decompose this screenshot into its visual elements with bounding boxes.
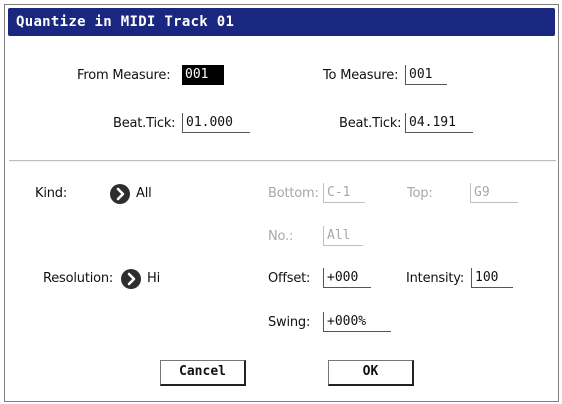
cancel-button[interactable]: Cancel xyxy=(160,360,246,386)
bottom-field[interactable]: C-1 xyxy=(323,183,365,203)
top-field[interactable]: G9 xyxy=(470,183,518,203)
to-beat-tick-label: Beat.Tick: xyxy=(339,116,402,131)
dialog-title: Quantize in MIDI Track 01 xyxy=(16,14,235,30)
kind-value[interactable]: All xyxy=(136,186,152,201)
resolution-label: Resolution: xyxy=(43,271,114,286)
offset-field[interactable]: +000 xyxy=(323,268,371,288)
swing-field[interactable]: +000% xyxy=(323,312,391,332)
bottom-label: Bottom: xyxy=(268,186,319,201)
intensity-field[interactable]: 100 xyxy=(471,268,513,288)
to-beat-tick-field[interactable]: 04.191 xyxy=(405,113,473,133)
intensity-label: Intensity: xyxy=(406,271,465,286)
top-label: Top: xyxy=(407,186,433,201)
resolution-popup-icon[interactable] xyxy=(121,269,141,289)
resolution-value[interactable]: Hi xyxy=(147,271,160,286)
ok-button[interactable]: OK xyxy=(328,360,414,386)
from-measure-label: From Measure: xyxy=(77,68,171,83)
section-divider xyxy=(9,160,556,162)
kind-label: Kind: xyxy=(35,186,68,201)
kind-popup-icon[interactable] xyxy=(110,184,130,204)
from-beat-tick-label: Beat.Tick: xyxy=(113,116,176,131)
to-measure-field[interactable]: 001 xyxy=(405,65,447,85)
to-measure-label: To Measure: xyxy=(323,68,399,83)
no-field[interactable]: All xyxy=(323,226,363,246)
from-beat-tick-field[interactable]: 01.000 xyxy=(182,113,250,133)
offset-label: Offset: xyxy=(268,271,311,286)
title-bar: Quantize in MIDI Track 01 xyxy=(8,8,555,36)
swing-label: Swing: xyxy=(268,315,311,330)
no-label: No.: xyxy=(268,229,294,244)
from-measure-field[interactable]: 001 xyxy=(182,65,224,85)
quantize-dialog: Quantize in MIDI Track 01 From Measure: … xyxy=(4,4,559,402)
